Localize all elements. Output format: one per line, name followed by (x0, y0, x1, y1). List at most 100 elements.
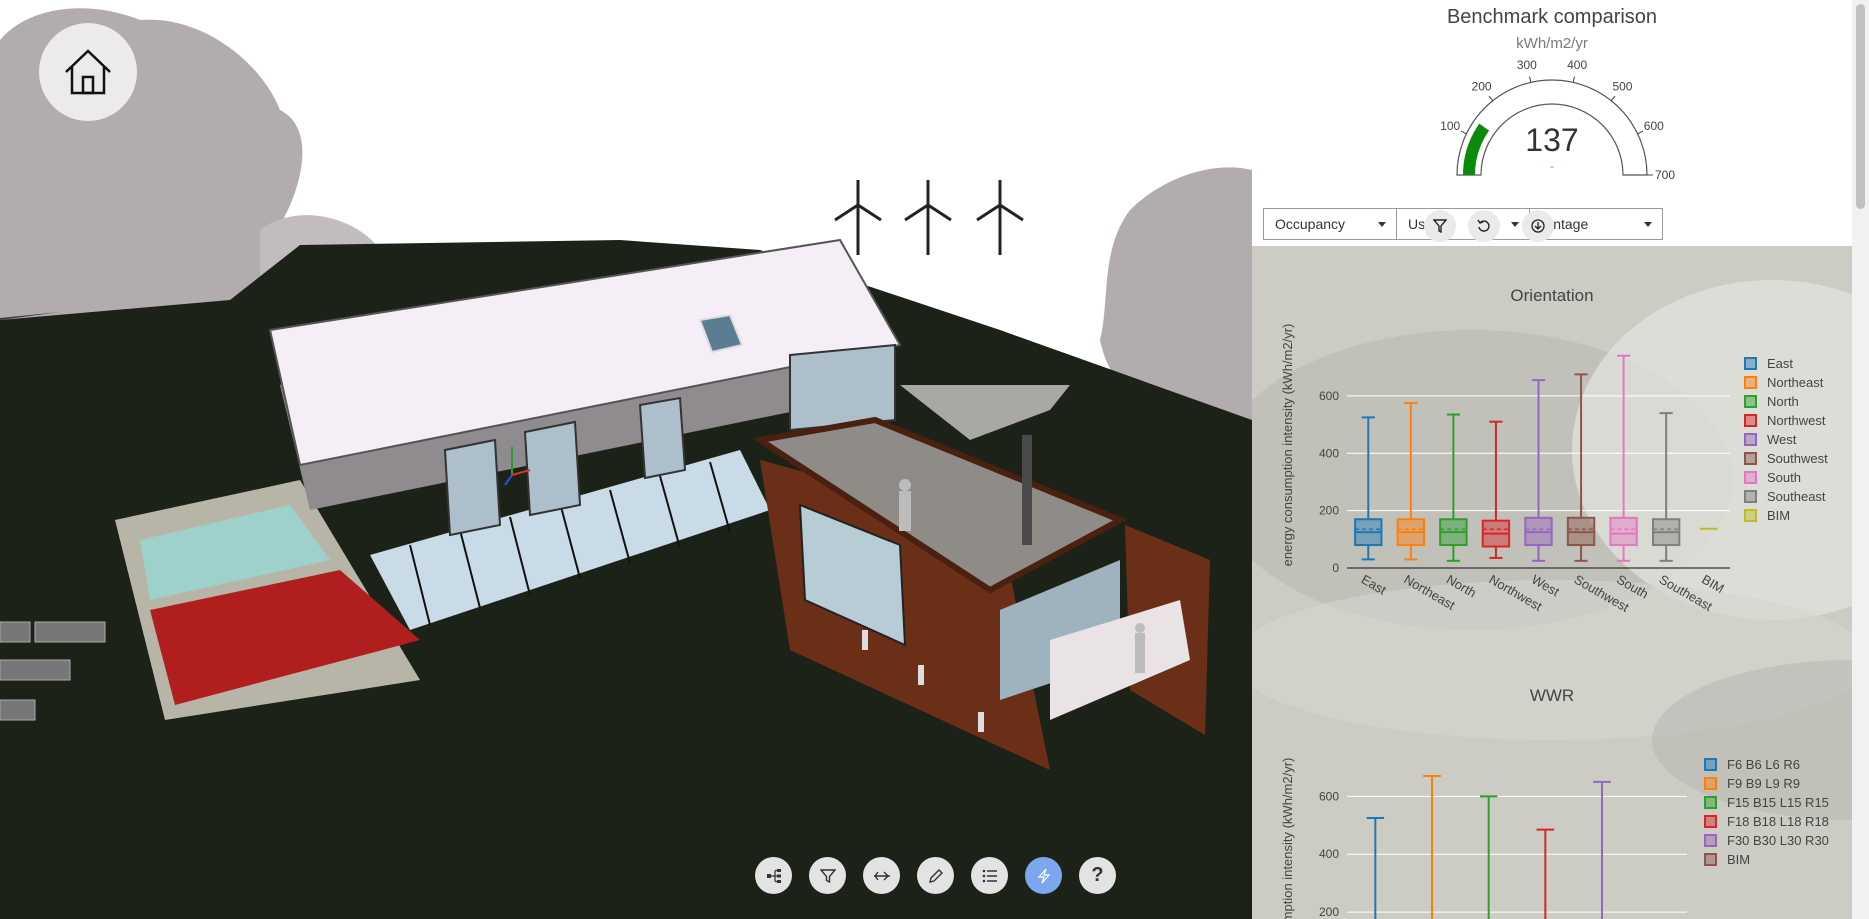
legend-label: West (1767, 432, 1797, 447)
wind-turbine-icon (834, 180, 1024, 255)
legend-label: Southwest (1767, 451, 1828, 466)
explode-button[interactable] (863, 857, 900, 894)
x-tick-label: East (1359, 572, 1389, 598)
gauge-tick (1610, 95, 1616, 102)
y-tick-label: 400 (1319, 847, 1339, 861)
gauge-tick-label: 700 (1655, 168, 1675, 182)
reset-button[interactable] (1468, 210, 1500, 242)
model-tree-icon (766, 868, 782, 884)
y-tick-label: 0 (1332, 561, 1339, 575)
legend-label: F6 B6 L6 R6 (1727, 757, 1800, 772)
caret-down-icon (1644, 222, 1652, 227)
legend-swatch (1744, 490, 1757, 503)
list-icon (982, 868, 998, 884)
legend-swatch (1744, 452, 1757, 465)
legend-swatch (1704, 758, 1717, 771)
x-tick-label: BIM (1699, 572, 1727, 597)
legend-label: F18 B18 L18 R18 (1727, 814, 1829, 829)
viewer-toolbar: ? (755, 857, 1116, 894)
window (443, 438, 502, 537)
filter-icon (1433, 219, 1447, 233)
gauge-tick (1488, 95, 1494, 102)
download-button[interactable] (1522, 210, 1554, 242)
gauge-tick (1529, 76, 1532, 83)
chimney (1022, 435, 1032, 545)
y-tick-label: 600 (1319, 389, 1339, 403)
analytics-panel[interactable]: Benchmark comparison kWh/m2/yr 100 200 300… (1252, 0, 1852, 919)
bim-3d-viewer[interactable]: ? (0, 0, 1252, 919)
window (789, 343, 896, 432)
y-axis-label: mption intensity (kWh/m2/yr) (1280, 758, 1295, 919)
gauge-tick (1460, 130, 1467, 135)
home-view-button[interactable] (39, 23, 137, 121)
legend-label: BIM (1727, 852, 1750, 867)
legend-swatch (1744, 414, 1757, 427)
filter-button[interactable] (809, 857, 846, 894)
panel-scrollbar[interactable] (1852, 0, 1869, 919)
gauge-tick-label: 100 (1440, 119, 1460, 133)
gauge-value: 137 (1525, 122, 1578, 158)
filter-dropdowns: Occupancy Usage Vintage (1263, 208, 1663, 240)
occupancy-dropdown[interactable]: Occupancy (1263, 208, 1397, 240)
legend-label: East (1767, 356, 1793, 371)
wwr-box-chart: 200 400 600 mption intensity (kWh/m2/yr) F6 … (1280, 757, 1829, 919)
benchmark-gauge: 100 200 300 400 500 600 700 137- (1440, 58, 1675, 182)
legend-swatch (1704, 777, 1717, 790)
gauge-tick (1637, 130, 1644, 135)
legend-swatch (1744, 395, 1757, 408)
legend-label: Southeast (1767, 489, 1826, 504)
window (638, 396, 687, 480)
legend-swatch (1704, 796, 1717, 809)
gauge-tick (1572, 76, 1575, 83)
help-button[interactable]: ? (1079, 857, 1116, 894)
usage-dropdown[interactable]: Usage (1396, 208, 1530, 240)
dropdown-label: Occupancy (1275, 216, 1346, 232)
caret-down-icon (1378, 222, 1386, 227)
legend-label: South (1767, 470, 1801, 485)
legend-swatch (1744, 357, 1757, 370)
gauge-tick-label: 400 (1567, 58, 1587, 72)
legend-swatch (1704, 815, 1717, 828)
home-icon (65, 49, 111, 95)
building-3d-scene[interactable] (0, 0, 1252, 919)
pencil-icon (928, 868, 944, 884)
legend-swatch (1744, 471, 1757, 484)
energy-button[interactable] (1025, 857, 1062, 894)
legend-label: F15 B15 L15 R15 (1727, 795, 1829, 810)
window (523, 420, 582, 517)
download-icon (1531, 219, 1545, 233)
legend-swatch (1744, 376, 1757, 389)
legend-label: North (1767, 394, 1799, 409)
legend-swatch (1704, 834, 1717, 847)
legend-label: Northeast (1767, 375, 1824, 390)
y-tick-label: 400 (1319, 446, 1339, 460)
y-tick-label: 200 (1319, 504, 1339, 518)
legend-swatch (1744, 433, 1757, 446)
legend-swatch (1744, 509, 1757, 522)
gauge-tick-label: 600 (1644, 119, 1664, 133)
model-tree-button[interactable] (755, 857, 792, 894)
legend-swatch (1704, 853, 1717, 866)
explode-icon (873, 868, 891, 884)
caret-down-icon (1511, 222, 1519, 227)
legend-label: F30 B30 L30 R30 (1727, 833, 1829, 848)
orientation-box-chart: 0 200 400 600 energy consumption intensity (… (1280, 324, 1828, 616)
scrollbar-thumb[interactable] (1856, 4, 1865, 209)
reset-icon (1477, 219, 1490, 232)
measure-button[interactable] (917, 857, 954, 894)
y-tick-label: 600 (1319, 789, 1339, 803)
gauge-tick-label: 500 (1612, 80, 1632, 94)
gauge-tick-label: 200 (1472, 80, 1492, 94)
y-axis-label: energy consumption intensity (kWh/m2/yr) (1280, 324, 1295, 567)
lightning-icon (1036, 868, 1052, 884)
filter-icon (819, 868, 836, 884)
legend-label: BIM (1767, 508, 1790, 523)
help-icon: ? (1091, 864, 1104, 886)
box-iqr (1609, 516, 1638, 547)
legend-label: F9 B9 L9 R9 (1727, 776, 1800, 791)
y-tick-label: 200 (1319, 905, 1339, 919)
legend-label: Northwest (1767, 413, 1826, 428)
properties-button[interactable] (971, 857, 1008, 894)
gauge-tick-label: 300 (1517, 58, 1537, 72)
panel-filter-button[interactable] (1424, 210, 1456, 242)
